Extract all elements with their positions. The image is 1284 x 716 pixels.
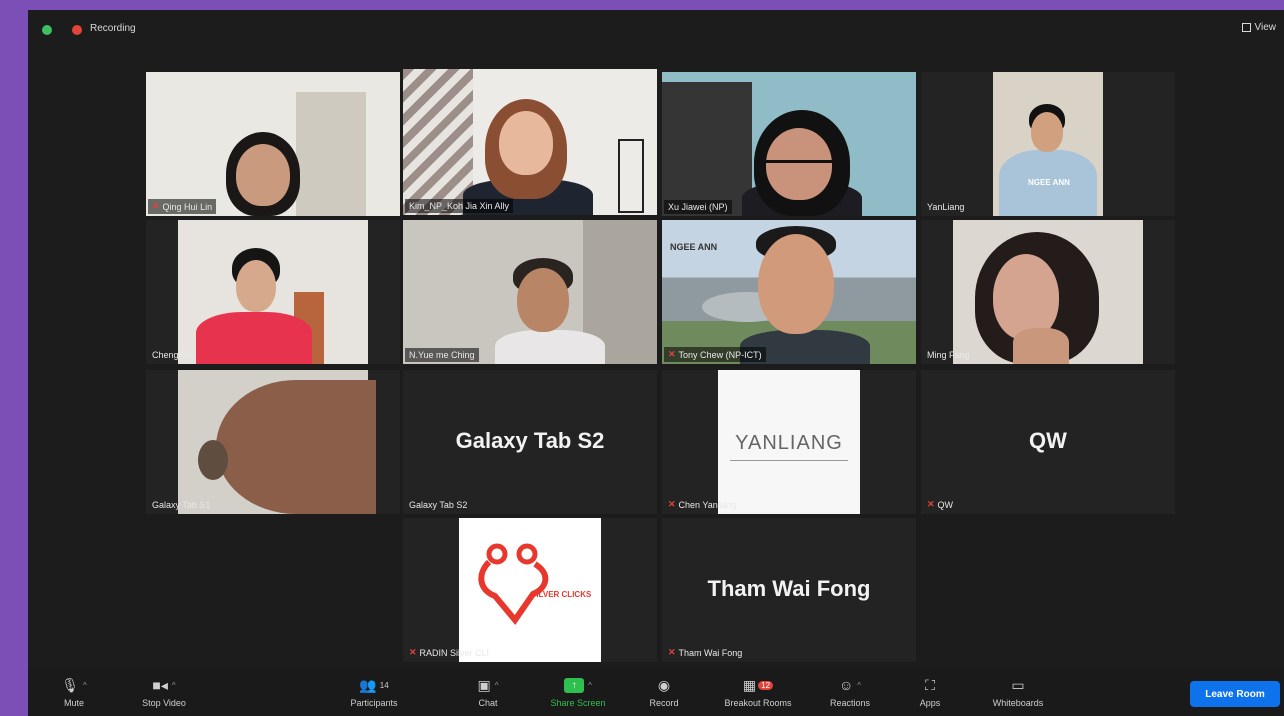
whiteboards-button[interactable]: ▭ Whiteboards [983, 674, 1053, 709]
video-tile[interactable]: ChengKei [146, 220, 400, 364]
video-tile[interactable]: YANLIANG ✕ Chen Yanliang [662, 370, 916, 514]
video-tile-active-speaker[interactable]: Kim_NP_Koh Jia Xin Ally [403, 69, 657, 215]
participant-name-tag: Galaxy Tab S1 [152, 500, 211, 510]
record-button[interactable]: ◉ Record [629, 674, 699, 709]
silver-clicks-logo [478, 543, 549, 625]
apps-button[interactable]: ⛶ Apps [895, 674, 965, 709]
profile-logo-text: YANLIANG [735, 432, 843, 454]
participants-button[interactable]: 👥 14 Participants [339, 674, 409, 709]
mute-button[interactable]: 🎙 ^ Mute [39, 674, 109, 709]
breakout-rooms-icon: ▦ [742, 676, 757, 693]
participant-display-name: QW [1029, 428, 1067, 453]
chevron-up-icon[interactable]: ^ [172, 681, 176, 690]
share-screen-icon: ↑ [564, 677, 585, 693]
video-tile[interactable]: Ming Fang [921, 220, 1175, 364]
video-tile[interactable]: NGEE ANN ✕ Tony Chew (NP-ICT) [662, 220, 916, 364]
view-button[interactable]: View [1241, 22, 1277, 33]
mic-muted-icon: ✕ [668, 499, 676, 509]
participant-name-tag: ✕ QW [927, 499, 954, 510]
meeting-window: Recording View ✕ Qing Hui Lin Kim_NP_Koh … [28, 10, 1284, 716]
campus-sign: NGEE ANN [670, 242, 718, 252]
share-screen-button[interactable]: ↑ ^ Share Screen [543, 674, 613, 708]
video-camera-icon: ■◂ [152, 676, 168, 693]
participant-name-tag: ✕ Tony Chew (NP-ICT) [664, 347, 766, 362]
reactions-button[interactable]: ☺ ^ Reactions [815, 674, 885, 708]
chevron-up-icon[interactable]: ^ [83, 681, 87, 690]
recording-icon [72, 25, 82, 35]
video-tile[interactable]: QW ✕ QW [921, 370, 1175, 514]
video-tile[interactable]: Galaxy Tab S2 Galaxy Tab S2 [403, 370, 657, 514]
recording-label: Recording [90, 23, 136, 34]
top-bar: Recording View [28, 10, 1284, 48]
video-tile[interactable]: N.Yue me Ching [403, 220, 657, 364]
shirt-print: NGEE ANN [1028, 178, 1070, 187]
participant-display-name: Galaxy Tab S2 [455, 428, 605, 453]
stop-video-button[interactable]: ■◂ ^ Stop Video [129, 674, 199, 709]
video-tile[interactable]: Xu Jiawei (NP) [662, 72, 916, 216]
microphone-icon: 🎙 [61, 676, 79, 693]
grid-view-icon [1241, 23, 1251, 32]
participant-name-tag: ChengKei [152, 350, 192, 360]
breakout-count-badge: 12 [758, 680, 774, 690]
meeting-toolbar: 🎙 ^ Mute ■◂ ^ Stop Video 👥 14 Participants … [28, 668, 1284, 716]
leave-room-button[interactable]: Leave Room [1190, 681, 1280, 707]
participant-name-tag: YanLiang [927, 202, 965, 212]
mic-muted-icon: ✕ [409, 647, 417, 657]
mic-muted-icon: ✕ [668, 647, 676, 657]
chevron-up-icon[interactable]: ^ [588, 681, 592, 690]
participant-name-tag: N.Yue me Ching [405, 348, 479, 362]
security-shield-icon[interactable] [42, 25, 52, 35]
video-tile[interactable]: Galaxy Tab S1 [146, 370, 400, 514]
video-tile[interactable]: Tham Wai Fong ✕ Tham Wai Fong [662, 518, 916, 662]
silver-clicks-logo-text: SILVER CLICKS [531, 590, 592, 599]
participant-display-name: Tham Wai Fong [707, 576, 871, 601]
participant-name-tag: ✕ Tham Wai Fong [668, 647, 743, 658]
participant-name-tag: Kim_NP_Koh Jia Xin Ally [405, 199, 514, 213]
chevron-up-icon[interactable]: ^ [495, 681, 499, 690]
participants-icon: 👥 [359, 676, 377, 693]
participant-name-tag: ✕ Chen Yanliang [668, 499, 737, 510]
participant-name-tag: Xu Jiawei (NP) [664, 200, 732, 214]
mic-muted-icon: ✕ [668, 349, 676, 359]
chevron-up-icon[interactable]: ^ [857, 681, 861, 690]
video-tile[interactable]: NGEE ANN YanLiang [921, 72, 1175, 216]
record-icon: ◉ [657, 676, 671, 693]
participant-name-tag: ✕ Qing Hui Lin [148, 199, 217, 214]
participant-name-tag: Galaxy Tab S2 [409, 500, 468, 510]
whiteboard-icon: ▭ [1011, 676, 1025, 693]
participant-name-tag: Ming Fang [927, 350, 970, 360]
participant-name-tag: ✕ RADIN Silver CLI [409, 647, 490, 658]
mic-muted-icon: ✕ [152, 201, 160, 211]
chat-bubble-icon: ▣ [477, 676, 491, 693]
mic-muted-icon: ✕ [927, 499, 935, 509]
breakout-rooms-button[interactable]: ▦ 12 Breakout Rooms [723, 674, 793, 709]
view-label: View [1254, 22, 1277, 33]
video-tile[interactable]: SILVER CLICKS ✕ RADIN Silver CLI [403, 518, 657, 662]
chat-button[interactable]: ▣ ^ Chat [453, 674, 523, 709]
smiley-icon: ☺ [838, 677, 854, 693]
apps-icon: ⛶ [925, 676, 935, 693]
video-tile[interactable]: ✕ Qing Hui Lin [146, 72, 400, 216]
